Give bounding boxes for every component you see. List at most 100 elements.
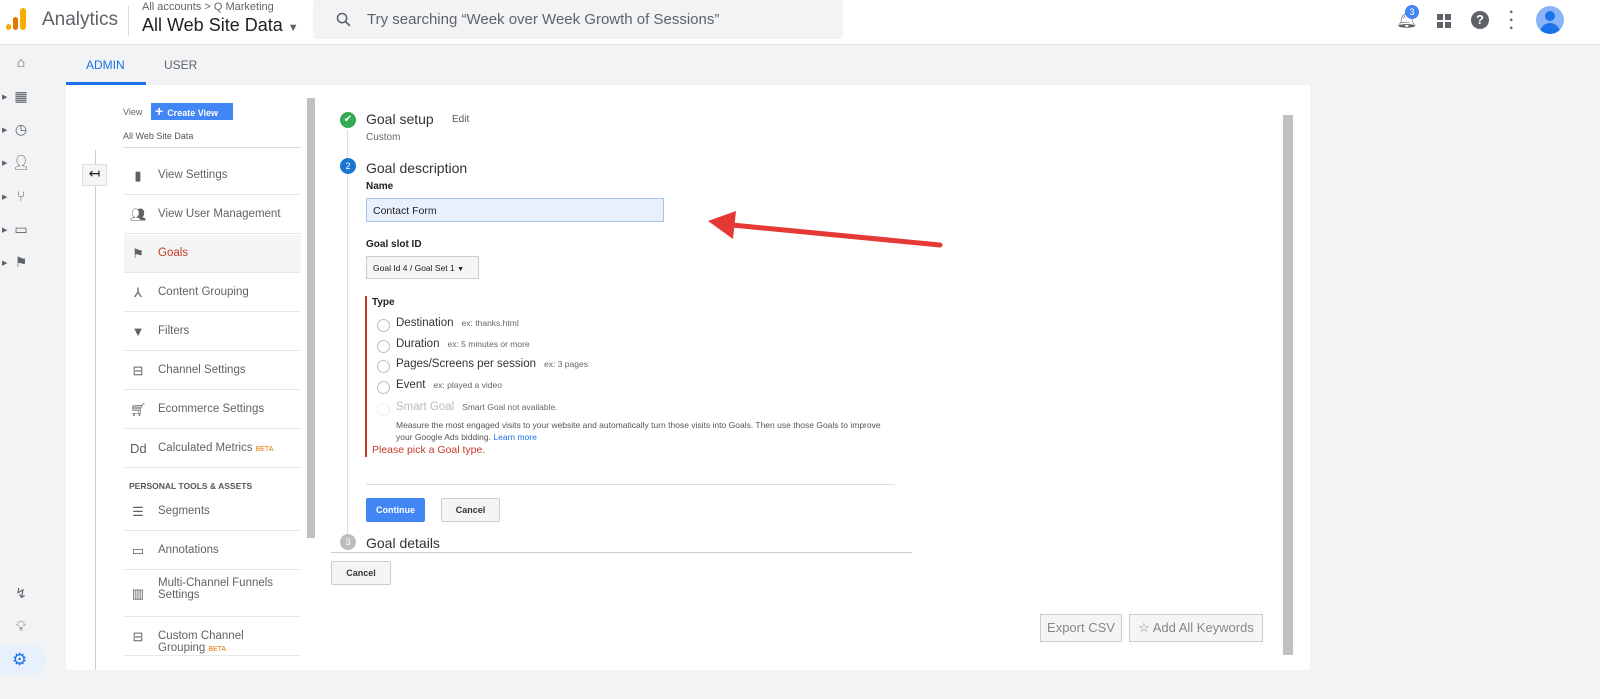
grouping-icon: ⅄ — [134, 285, 142, 300]
nav-item-label: Multi-Channel Funnels Settings — [158, 577, 274, 601]
beta-badge: BETA — [208, 646, 227, 653]
nav-item-calculated-metrics[interactable]: Dd Calculated Metrics BETA — [124, 430, 301, 468]
search-icon — [336, 12, 351, 27]
divider — [128, 6, 129, 36]
nav-item-ecommerce-settings[interactable]: 🛒︎ Ecommerce Settings — [124, 391, 301, 429]
behavior-icon[interactable]: ▭ — [12, 221, 30, 239]
expand-icon[interactable]: ▶ — [2, 126, 7, 134]
search-input[interactable]: Try searching “Week over Week Growth of … — [313, 0, 843, 39]
notification-badge: 3 — [1405, 5, 1419, 19]
nav-item-label: Annotations — [158, 544, 219, 556]
smart-goal-label: Smart Goal — [396, 401, 455, 413]
clock-icon[interactable]: ◷ — [12, 121, 30, 139]
file-icon: ▮ — [134, 168, 142, 183]
nav-item-label: Custom Channel Grouping BETA — [158, 630, 244, 654]
nav-item-custom-channel-grouping[interactable]: ⊟ Custom Channel Grouping BETA — [124, 618, 301, 656]
left-rail: ⌂ ▶ ▦ ▶ ◷ ▶ 👤︎ ▶ ⑂ ▶ ▭ ▶ ⚑ ↯ 💡︎ ⚙ — [0, 45, 46, 699]
tab-admin[interactable]: ADMIN — [86, 58, 125, 72]
type-radio-destination[interactable] — [377, 319, 390, 332]
person-icon[interactable]: 👤︎ — [12, 154, 30, 172]
admin-button[interactable]: ⚙ — [0, 645, 46, 675]
goal-name-input[interactable]: Contact Form — [366, 198, 664, 222]
nav-scrollbar[interactable] — [307, 98, 315, 538]
nav-item-segments[interactable]: ☰ Segments — [124, 493, 301, 531]
expand-icon[interactable]: ▶ — [2, 226, 7, 234]
slot-label: Goal slot ID — [366, 239, 422, 250]
type-option[interactable]: Event ex: played a video — [396, 379, 502, 391]
expand-icon[interactable]: ▶ — [2, 159, 7, 167]
create-view-label: Create View — [167, 108, 219, 118]
expand-icon[interactable]: ▶ — [2, 259, 7, 267]
nav-item-view-user-management[interactable]: 👥︎ View User Management — [124, 196, 301, 234]
gear-icon: ⚙ — [12, 650, 28, 669]
create-view-button[interactable]: + Create View — [151, 103, 233, 120]
edit-link[interactable]: Edit — [452, 114, 469, 125]
nav-item-label: Goals — [158, 247, 189, 259]
notifications-button[interactable]: 🔔︎ 3 — [1396, 5, 1419, 30]
cancel-button[interactable]: Cancel — [331, 561, 391, 585]
export-csv-button[interactable]: Export CSV — [1040, 614, 1122, 642]
continue-button[interactable]: Continue — [366, 498, 425, 522]
step-cancel-button[interactable]: Cancel — [441, 498, 500, 522]
type-radio-event[interactable] — [377, 380, 390, 394]
more-vert-icon[interactable]: · · · — [1509, 5, 1514, 37]
app-title: Analytics — [42, 9, 119, 30]
type-label: Type — [372, 297, 395, 308]
divider — [366, 484, 895, 485]
property-selector[interactable]: All Web Site Data ▼ — [142, 15, 299, 36]
property-name: All Web Site Data — [142, 15, 283, 35]
avatar[interactable] — [1536, 6, 1564, 34]
smart-goal-note: Smart Goal not available. — [462, 402, 558, 412]
view-label: View — [123, 107, 143, 117]
divider — [123, 147, 301, 148]
dashboard-icon[interactable]: ▦ — [12, 88, 30, 106]
annotations-icon: ▭ — [131, 543, 145, 558]
type-option[interactable]: Destination ex: thanks.html — [396, 317, 519, 329]
goal-slot-dropdown[interactable]: Goal Id 4 / Goal Set 1 ▼ — [366, 256, 479, 279]
smart-goal-option: Smart Goal Smart Goal not available. — [396, 401, 558, 413]
annotation-arrow — [708, 211, 943, 248]
back-arrow-button[interactable]: ↤ — [82, 164, 107, 186]
segments-icon: ☰ — [132, 504, 144, 519]
cart-icon: 🛒︎ — [130, 402, 147, 417]
learn-more-link[interactable]: Learn more — [493, 432, 536, 442]
nav-item-label: Filters — [158, 325, 190, 337]
name-label: Name — [366, 181, 394, 192]
apps-icon[interactable] — [1437, 14, 1451, 28]
add-all-keywords-button[interactable]: ☆ Add All Keywords — [1129, 614, 1263, 642]
content-scrollbar[interactable] — [1283, 115, 1293, 655]
nav-line — [95, 150, 96, 670]
expand-icon[interactable]: ▶ — [2, 93, 7, 101]
type-radio-pages-screens-per-session[interactable] — [377, 360, 390, 373]
type-option[interactable]: Pages/Screens per session ex: 3 pages — [396, 358, 588, 370]
lightbulb-icon[interactable]: 💡︎ — [12, 618, 30, 636]
nav-item-channel-settings[interactable]: ⊟ Channel Settings — [124, 352, 301, 390]
nav-item-filters[interactable]: ▼ Filters — [124, 313, 301, 351]
flag-icon: ⚑ — [132, 246, 144, 261]
flag-icon[interactable]: ⚑ — [12, 254, 30, 272]
search-placeholder: Try searching “Week over Week Growth of … — [367, 11, 720, 28]
nav-item-content-grouping[interactable]: ⅄ Content Grouping — [124, 274, 301, 312]
step-line — [347, 130, 348, 535]
step1-value: Custom — [366, 132, 401, 143]
channel-icon: ⊟ — [132, 363, 144, 378]
breadcrumb[interactable]: All accounts > Q Marketing — [142, 1, 274, 13]
users-icon: 👥︎ — [130, 207, 147, 222]
step3-title[interactable]: Goal details — [366, 535, 440, 551]
current-view[interactable]: All Web Site Data — [123, 131, 193, 141]
type-radio-duration[interactable] — [377, 339, 390, 353]
nav-item-multi-channel-funnels-settings[interactable]: ▥ Multi-Channel Funnels Settings — [124, 571, 301, 617]
analytics-logo — [6, 8, 28, 30]
tab-user[interactable]: USER — [164, 58, 197, 72]
expand-icon[interactable]: ▶ — [2, 193, 7, 201]
nav-item-view-settings[interactable]: ▮ View Settings — [124, 157, 301, 195]
help-icon[interactable]: ? — [1471, 11, 1489, 29]
home-icon[interactable]: ⌂ — [12, 54, 30, 72]
nav-item-label: View Settings — [158, 169, 228, 181]
attribution-icon[interactable]: ↯ — [12, 585, 30, 603]
acquisition-icon[interactable]: ⑂ — [12, 188, 30, 206]
type-option[interactable]: Duration ex: 5 minutes or more — [396, 338, 530, 350]
nav-item-goals[interactable]: ⚑ Goals — [124, 235, 301, 273]
section-heading: PERSONAL TOOLS & ASSETS — [129, 481, 253, 491]
nav-item-annotations[interactable]: ▭ Annotations — [124, 532, 301, 570]
